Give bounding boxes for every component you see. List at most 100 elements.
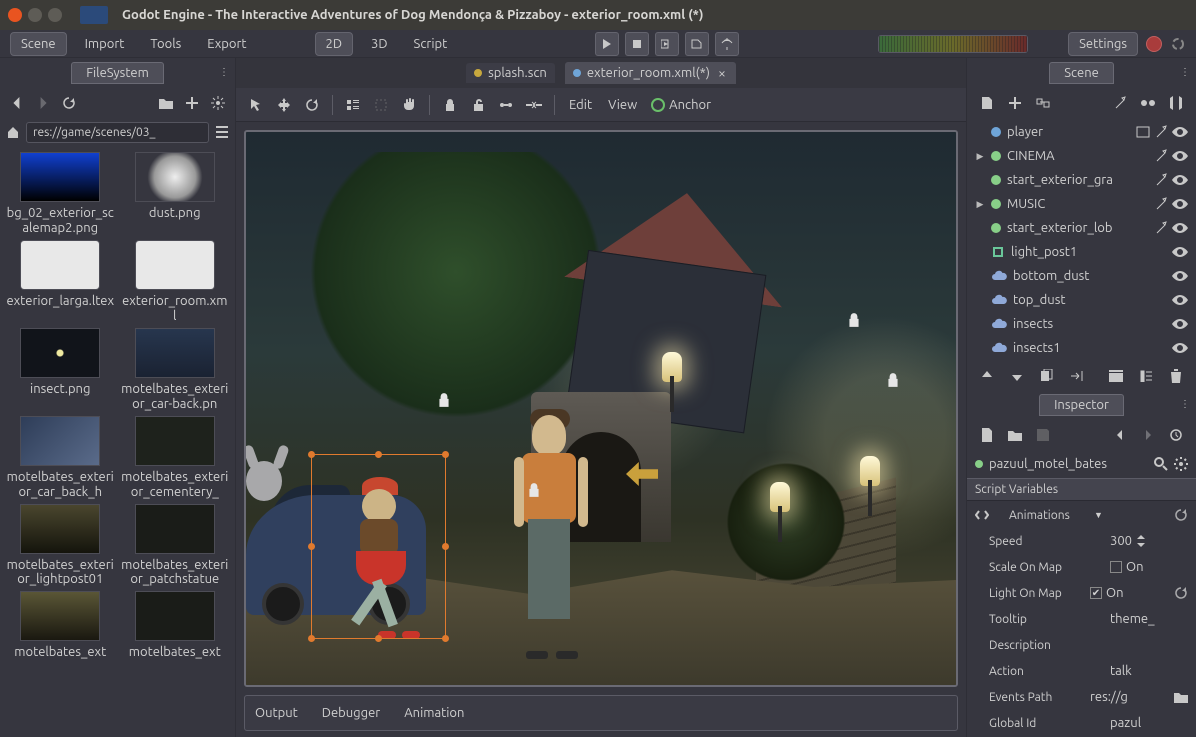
inspector-section[interactable]: Script Variables — [967, 478, 1196, 501]
reset-icon[interactable] — [1174, 508, 1188, 522]
tab-output[interactable]: Output — [255, 706, 298, 720]
lock-tool-icon[interactable] — [438, 93, 462, 117]
fs-item[interactable]: motelbates_ext — [121, 591, 230, 660]
fs-item[interactable]: exterior_larga.ltex — [6, 240, 115, 324]
tab-close-icon[interactable]: × — [716, 65, 728, 81]
gear-icon[interactable] — [1174, 457, 1188, 471]
error-indicator-icon[interactable] — [1146, 36, 1162, 52]
play-scene-button[interactable] — [655, 32, 679, 56]
mode-2d[interactable]: 2D — [315, 32, 354, 56]
property-value[interactable]: ▼ — [1090, 510, 1168, 520]
folder-icon[interactable] — [1174, 691, 1188, 703]
property-value[interactable]: On — [1090, 586, 1168, 600]
reset-icon[interactable] — [1174, 586, 1188, 600]
viewport-view-menu[interactable]: View — [602, 93, 643, 117]
script-icon[interactable] — [1154, 173, 1168, 187]
fs-item[interactable]: motelbates_ext — [6, 591, 115, 660]
fs-item[interactable]: insect.png — [6, 328, 115, 412]
insp-new-icon[interactable] — [975, 423, 999, 447]
filesystem-tab[interactable]: FileSystem — [71, 62, 164, 84]
scene-node-row[interactable]: top_dust — [971, 288, 1192, 312]
visibility-icon[interactable] — [1172, 292, 1188, 308]
expand-icon[interactable]: ▶ — [975, 151, 985, 162]
window-close-button[interactable] — [8, 8, 22, 22]
visibility-icon[interactable] — [1172, 220, 1188, 236]
fs-view-list-icon[interactable] — [215, 125, 229, 139]
fs-settings-icon[interactable] — [207, 92, 229, 114]
instance-scene-icon[interactable] — [1031, 91, 1055, 115]
dock-options-icon[interactable]: ⋮ — [219, 66, 229, 78]
attach-script-icon[interactable] — [1108, 91, 1132, 115]
connect-signal-icon[interactable] — [1136, 91, 1160, 115]
fs-item[interactable]: motelbates_exterior_car-back.pn — [121, 328, 230, 412]
insp-history-icon[interactable] — [1164, 423, 1188, 447]
play-custom-button[interactable] — [685, 32, 709, 56]
remote-debug-button[interactable] — [715, 32, 739, 56]
play-button[interactable] — [595, 32, 619, 56]
viewport-2d[interactable] — [244, 130, 958, 687]
duplicate-icon[interactable] — [1035, 364, 1059, 388]
pan-tool-icon[interactable] — [397, 93, 421, 117]
scene-node-row[interactable]: bottom_dust — [971, 264, 1192, 288]
visibility-icon[interactable] — [1172, 124, 1188, 140]
fs-path-input[interactable] — [26, 122, 209, 143]
property-value[interactable]: On — [1110, 560, 1188, 574]
visibility-icon[interactable] — [1172, 268, 1188, 284]
select-tool-icon[interactable] — [244, 93, 268, 117]
scene-dock-tab[interactable]: Scene — [1049, 62, 1114, 84]
expand-icon[interactable]: ▶ — [975, 199, 985, 210]
property-value[interactable]: 300 — [1110, 534, 1188, 548]
script-icon[interactable] — [1154, 197, 1168, 211]
fs-add-icon[interactable] — [181, 92, 203, 114]
checkbox[interactable] — [1090, 587, 1102, 599]
fs-folder-icon[interactable] — [155, 92, 177, 114]
menu-scene[interactable]: Scene — [10, 32, 67, 56]
visibility-icon[interactable] — [1172, 316, 1188, 332]
visibility-icon[interactable] — [1172, 196, 1188, 212]
chevron-down-icon[interactable]: ▼ — [1094, 510, 1103, 520]
scene-node-row[interactable]: start_exterior_gra — [971, 168, 1192, 192]
visibility-icon[interactable] — [1172, 148, 1188, 164]
scene-tab-splash[interactable]: splash.scn — [466, 63, 555, 83]
fs-back-button[interactable] — [6, 92, 28, 114]
spinner-arrows-icon[interactable] — [1136, 535, 1146, 547]
move-tool-icon[interactable] — [272, 93, 296, 117]
visibility-icon[interactable] — [1172, 172, 1188, 188]
inspector-tab[interactable]: Inspector — [1039, 394, 1124, 416]
snap-config-icon[interactable] — [369, 93, 393, 117]
tab-debugger[interactable]: Debugger — [322, 706, 380, 720]
scene-node-row[interactable]: player — [971, 120, 1192, 144]
insp-fwd-icon[interactable] — [1136, 423, 1160, 447]
script-icon[interactable] — [1154, 125, 1168, 139]
group-tool-icon[interactable] — [494, 93, 518, 117]
scene-tab-exterior-room[interactable]: exterior_room.xml(*) × — [565, 62, 736, 84]
fs-item[interactable]: exterior_room.xml — [121, 240, 230, 324]
insp-open-icon[interactable] — [1003, 423, 1027, 447]
list-select-icon[interactable] — [341, 93, 365, 117]
fs-item[interactable]: motelbates_exterior_patchstatue — [121, 504, 230, 588]
tree-filter-icon[interactable] — [1134, 364, 1158, 388]
delete-node-icon[interactable] — [1164, 364, 1188, 388]
menu-import[interactable]: Import — [77, 33, 133, 55]
dock-options-icon[interactable]: ⋮ — [1180, 66, 1190, 78]
visibility-icon[interactable] — [1172, 340, 1188, 356]
new-node-icon[interactable] — [975, 91, 999, 115]
property-value[interactable]: talk — [1110, 664, 1188, 678]
insp-save-icon[interactable] — [1031, 423, 1055, 447]
scene-node-row[interactable]: start_exterior_lob — [971, 216, 1192, 240]
script-icon[interactable] — [1154, 221, 1168, 235]
ungroup-tool-icon[interactable] — [522, 93, 546, 117]
fs-item[interactable]: motelbates_exterior_lightpost01 — [6, 504, 115, 588]
insp-back-icon[interactable] — [1108, 423, 1132, 447]
mode-script[interactable]: Script — [406, 33, 456, 55]
scene-node-row[interactable]: ▶CINEMA — [971, 144, 1192, 168]
visibility-icon[interactable] — [1172, 244, 1188, 260]
menu-tools[interactable]: Tools — [142, 33, 189, 55]
window-minimize-button[interactable] — [28, 8, 42, 22]
property-value[interactable]: pazul — [1110, 716, 1188, 730]
scene-node-row[interactable]: light_post1 — [971, 240, 1192, 264]
scene-node-row[interactable]: ▶MUSIC — [971, 192, 1192, 216]
unlock-tool-icon[interactable] — [466, 93, 490, 117]
tree-clapper-icon[interactable] — [1104, 364, 1128, 388]
property-value[interactable]: theme_ — [1110, 612, 1188, 626]
